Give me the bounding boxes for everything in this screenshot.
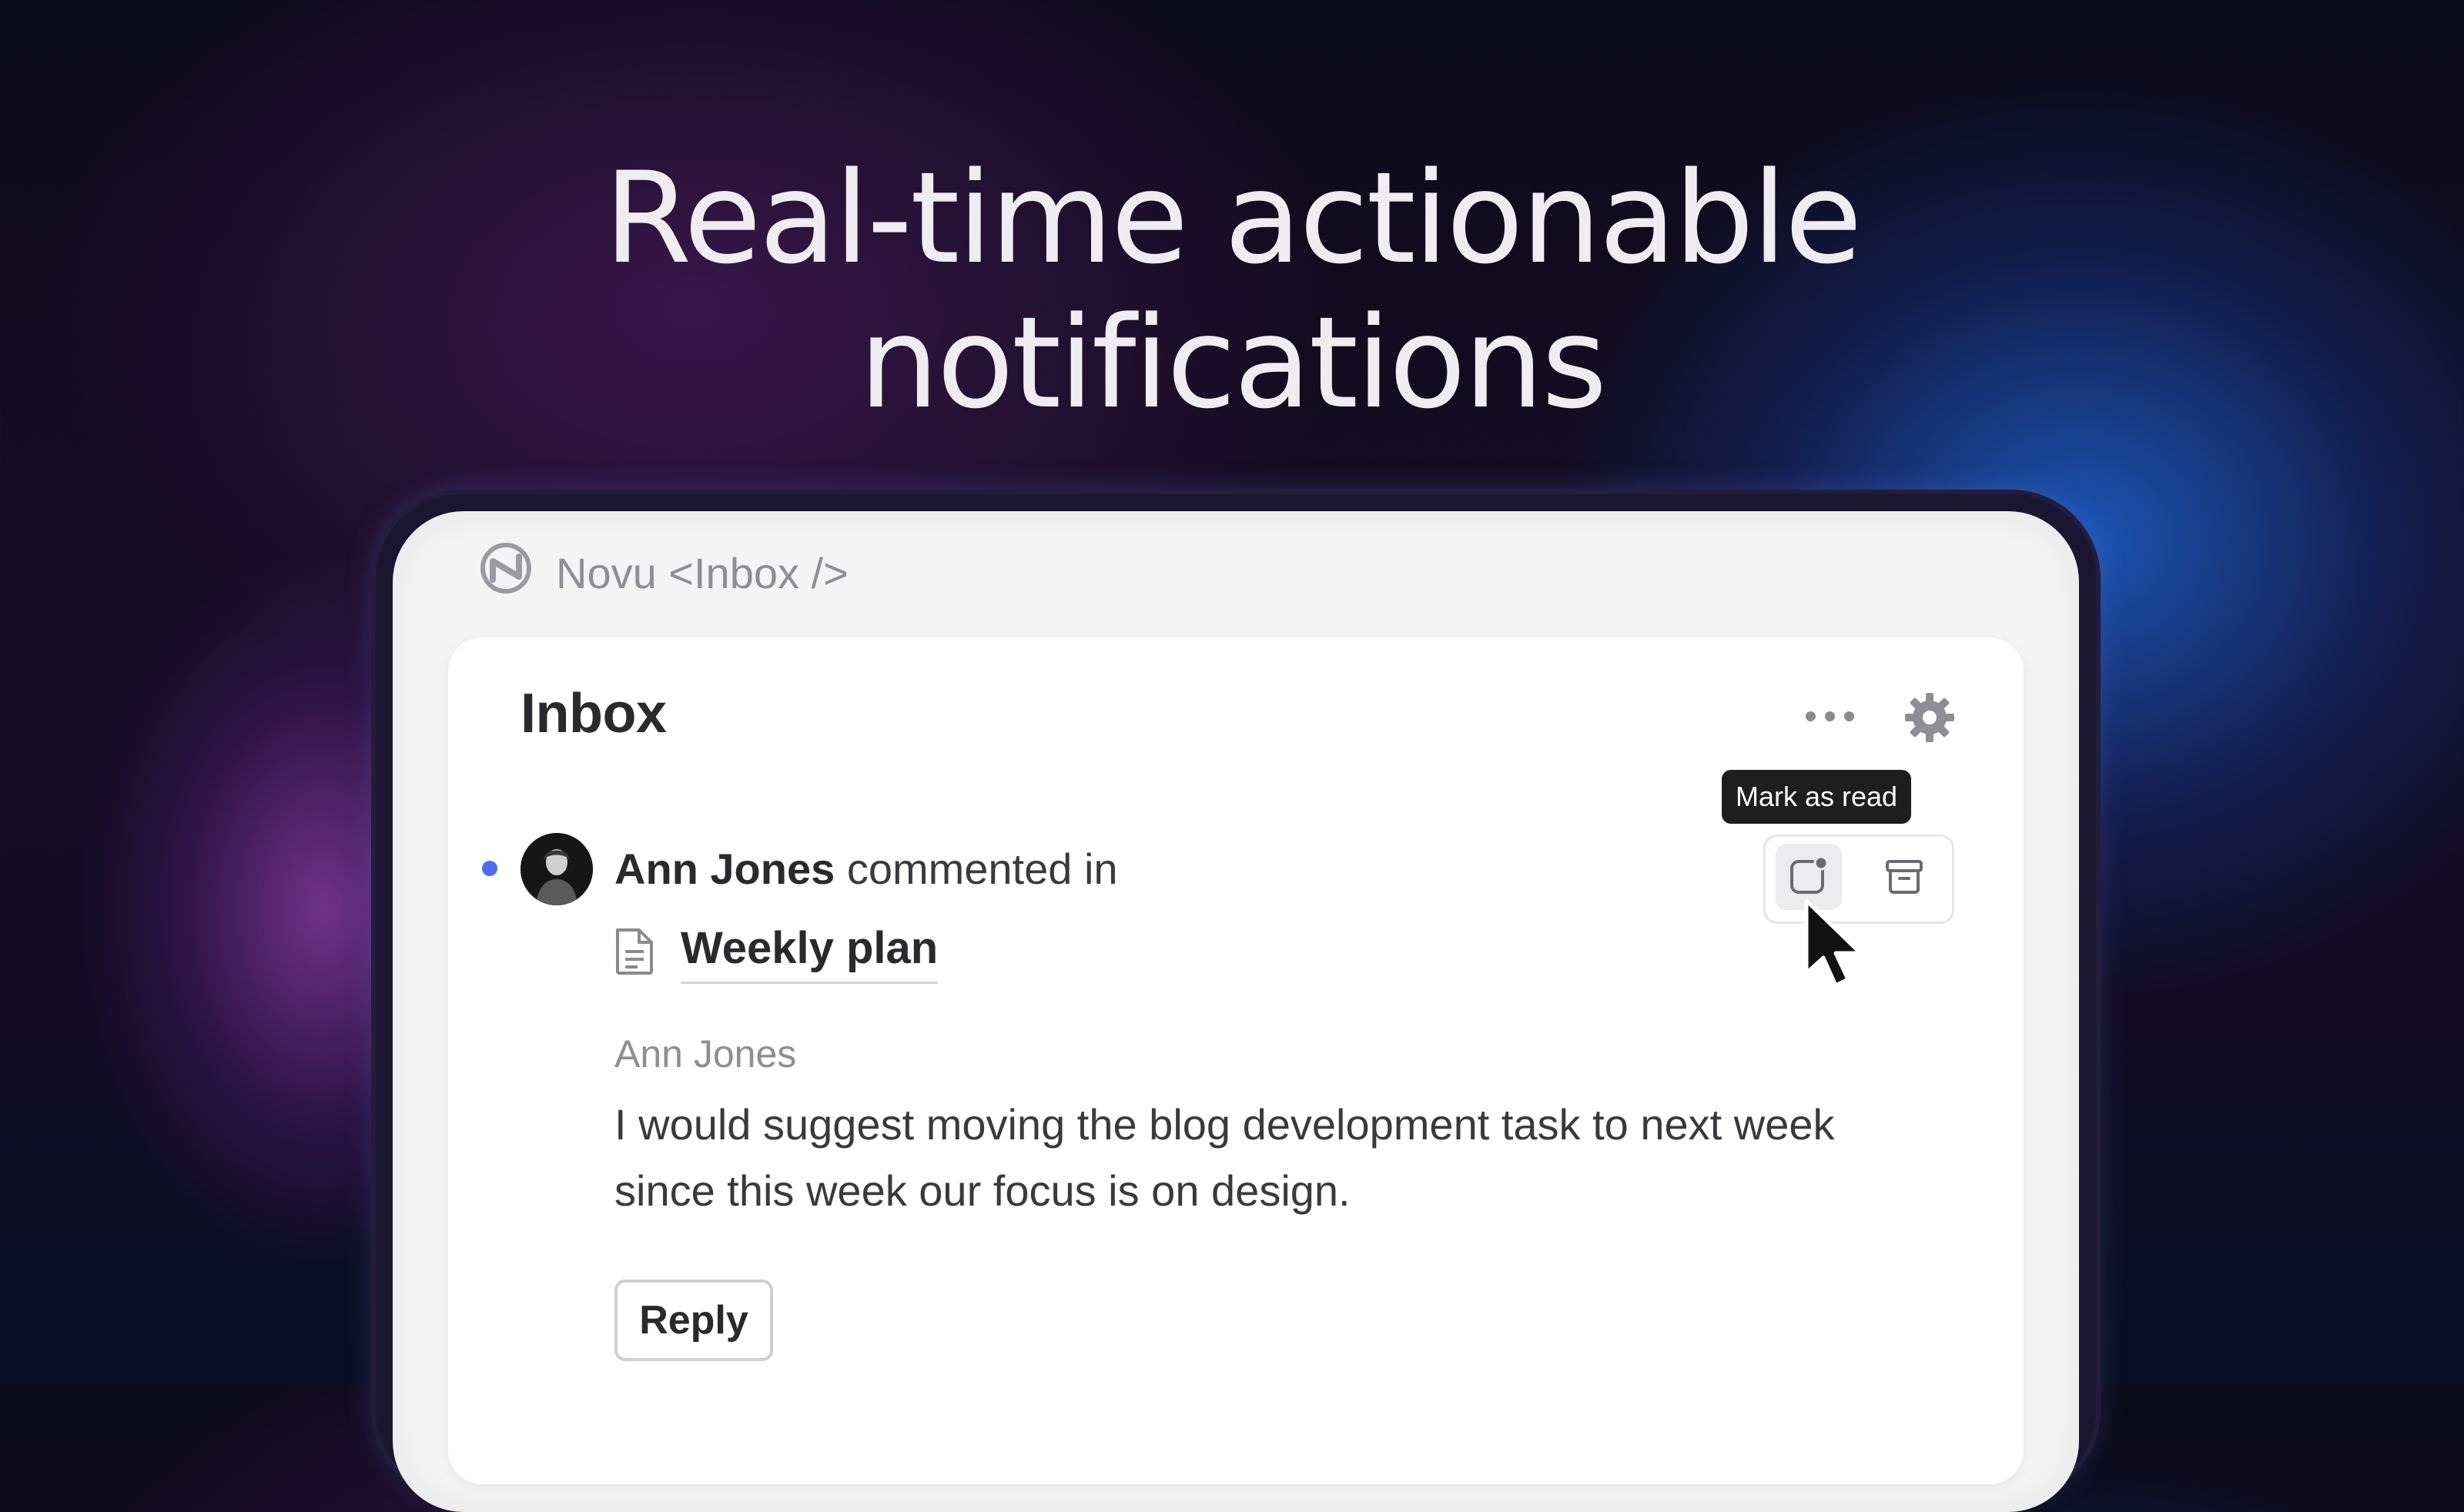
inbox-title: Inbox [521, 683, 667, 744]
mark-as-read-tooltip: Mark as read [1722, 770, 1911, 824]
novu-logo-icon [479, 541, 533, 605]
brand-label: Novu <Inbox /> [556, 548, 849, 597]
avatar-icon [521, 833, 593, 905]
notification-headline: Ann Jones commented in [614, 844, 1118, 894]
hero-headline: Real-time actionable notifications [0, 146, 2464, 436]
ellipsis-dot [1843, 711, 1854, 721]
comment-message: I would suggest moving the blog developm… [614, 1100, 1835, 1215]
comment-author: Ann Jones [614, 1032, 797, 1075]
archive-icon [1886, 860, 1923, 894]
ellipsis-icon [1805, 711, 1816, 721]
hero-headline-line1: Real-time actionable [604, 145, 1862, 292]
reply-button[interactable]: Reply [614, 1280, 773, 1361]
actor-name: Ann Jones [614, 845, 835, 893]
mark-read-icon [1790, 855, 1829, 894]
ellipsis-dot [1824, 711, 1835, 721]
mouse-cursor-icon [1804, 898, 1863, 988]
avatar [521, 833, 593, 905]
hero-headline-line2: notifications [859, 289, 1608, 437]
brand-header: Novu <Inbox /> [479, 542, 849, 604]
unread-indicator [482, 861, 497, 876]
settings-button[interactable] [1902, 690, 1957, 745]
more-options-button[interactable] [1799, 693, 1860, 739]
archive-button[interactable] [1871, 844, 1937, 910]
gear-icon [1905, 693, 1954, 742]
document-link[interactable]: Weekly plan [681, 922, 939, 984]
document-icon [616, 928, 653, 975]
action-text: commented in [835, 845, 1118, 893]
